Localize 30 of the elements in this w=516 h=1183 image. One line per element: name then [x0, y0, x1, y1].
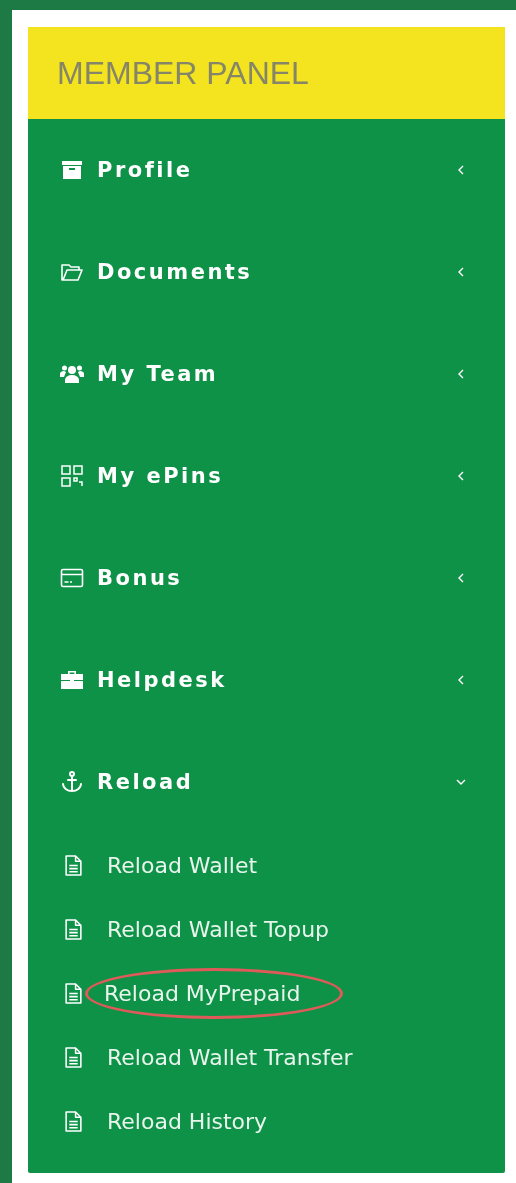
menu-item[interactable]: Profile — [28, 119, 505, 221]
document-icon — [65, 918, 82, 940]
menu-label: My ePins — [97, 464, 225, 488]
document-icon — [65, 1110, 82, 1132]
menu-label: Reload — [97, 770, 195, 794]
submenu-link[interactable]: Reload Wallet Transfer — [105, 1038, 355, 1076]
submenu-link[interactable]: Reload History — [105, 1102, 270, 1140]
submenu-link[interactable]: Reload Wallet — [105, 846, 260, 884]
briefcase-icon — [60, 668, 84, 692]
menu-item[interactable]: Documents — [28, 221, 505, 323]
document-icon — [65, 854, 82, 876]
menu-label: Documents — [97, 260, 254, 284]
archive-icon — [60, 158, 84, 182]
document-icon — [65, 982, 82, 1004]
menu-item[interactable]: Helpdesk — [28, 629, 505, 731]
document-icon — [65, 1046, 82, 1068]
qr-code-icon — [60, 464, 84, 488]
menu-label: Bonus — [97, 566, 184, 590]
menu-item[interactable]: Bonus — [28, 527, 505, 629]
menu-label: Profile — [97, 158, 194, 182]
panel-title: MEMBER PANEL — [57, 54, 309, 92]
submenu-link[interactable]: Reload Wallet Topup — [105, 910, 332, 948]
credit-card-icon — [60, 566, 84, 590]
menu-item[interactable]: My ePins — [28, 425, 505, 527]
menu-item[interactable]: My Team — [28, 323, 505, 425]
menu-label: Helpdesk — [97, 668, 228, 692]
menu-label: My Team — [97, 362, 220, 386]
menu-item[interactable]: Reload — [28, 731, 505, 833]
submenu-link[interactable]: Reload MyPrepaid — [85, 967, 344, 1019]
anchor-icon — [60, 770, 84, 794]
